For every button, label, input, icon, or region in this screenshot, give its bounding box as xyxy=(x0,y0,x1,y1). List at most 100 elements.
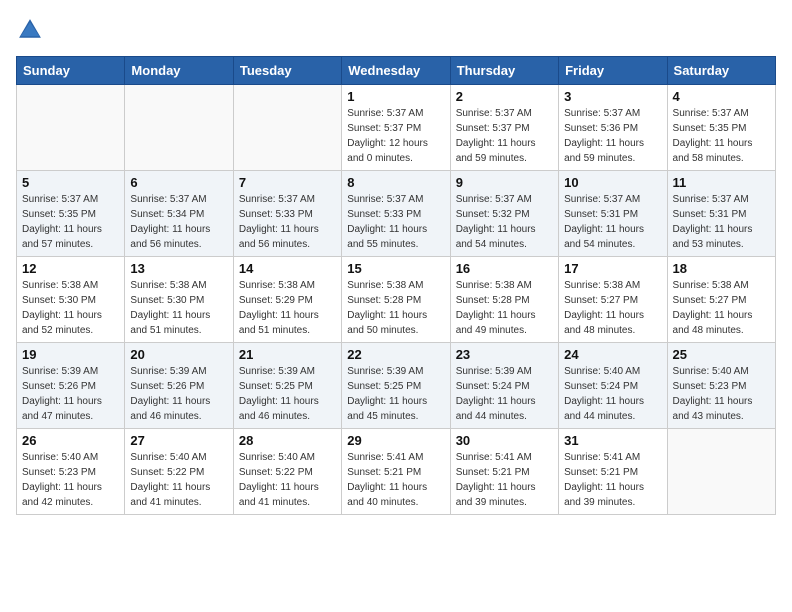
day-number: 19 xyxy=(22,347,119,362)
calendar-cell xyxy=(667,429,775,515)
calendar-cell: 9 Sunrise: 5:37 AM Sunset: 5:32 PM Daylig… xyxy=(450,171,558,257)
calendar-cell: 10 Sunrise: 5:37 AM Sunset: 5:31 PM Dayli… xyxy=(559,171,667,257)
day-number: 1 xyxy=(347,89,444,104)
calendar-week-row: 12Sunrise: 5:38 AM Sunset: 5:30 PM Dayli… xyxy=(17,257,776,343)
calendar-table: SundayMondayTuesdayWednesdayThursdayFrid… xyxy=(16,56,776,515)
day-number: 2 xyxy=(456,89,553,104)
calendar-cell: 18Sunrise: 5:38 AM Sunset: 5:27 PM Dayli… xyxy=(667,257,775,343)
calendar-cell: 20 Sunrise: 5:39 AM Sunset: 5:26 PM Dayli… xyxy=(125,343,233,429)
weekday-header: Monday xyxy=(125,57,233,85)
calendar-cell: 22 Sunrise: 5:39 AM Sunset: 5:25 PM Dayli… xyxy=(342,343,450,429)
day-info: Sunrise: 5:39 AM Sunset: 5:26 PM Dayligh… xyxy=(22,364,119,424)
day-info: Sunrise: 5:37 AM Sunset: 5:34 PM Dayligh… xyxy=(130,192,227,252)
calendar-cell: 11Sunrise: 5:37 AM Sunset: 5:31 PM Dayli… xyxy=(667,171,775,257)
calendar-cell: 14 Sunrise: 5:38 AM Sunset: 5:29 PM Dayli… xyxy=(233,257,341,343)
page-header xyxy=(16,16,776,44)
calendar-cell: 4 Sunrise: 5:37 AM Sunset: 5:35 PM Daylig… xyxy=(667,85,775,171)
day-info: Sunrise: 5:37 AM Sunset: 5:33 PM Dayligh… xyxy=(239,192,336,252)
day-info: Sunrise: 5:40 AM Sunset: 5:22 PM Dayligh… xyxy=(130,450,227,510)
calendar-cell: 23Sunrise: 5:39 AM Sunset: 5:24 PM Dayli… xyxy=(450,343,558,429)
day-number: 5 xyxy=(22,175,119,190)
weekday-header: Friday xyxy=(559,57,667,85)
day-number: 26 xyxy=(22,433,119,448)
logo-icon xyxy=(16,16,44,44)
day-info: Sunrise: 5:39 AM Sunset: 5:24 PM Dayligh… xyxy=(456,364,553,424)
day-number: 18 xyxy=(673,261,770,276)
calendar-cell xyxy=(125,85,233,171)
day-info: Sunrise: 5:40 AM Sunset: 5:24 PM Dayligh… xyxy=(564,364,661,424)
day-number: 14 xyxy=(239,261,336,276)
day-info: Sunrise: 5:37 AM Sunset: 5:32 PM Dayligh… xyxy=(456,192,553,252)
weekday-header: Tuesday xyxy=(233,57,341,85)
day-info: Sunrise: 5:41 AM Sunset: 5:21 PM Dayligh… xyxy=(564,450,661,510)
calendar-cell: 12Sunrise: 5:38 AM Sunset: 5:30 PM Dayli… xyxy=(17,257,125,343)
day-number: 17 xyxy=(564,261,661,276)
calendar-cell: 19 Sunrise: 5:39 AM Sunset: 5:26 PM Dayli… xyxy=(17,343,125,429)
weekday-header: Saturday xyxy=(667,57,775,85)
day-number: 7 xyxy=(239,175,336,190)
calendar-cell xyxy=(233,85,341,171)
calendar-week-row: 1 Sunrise: 5:37 AM Sunset: 5:37 PM Daylig… xyxy=(17,85,776,171)
day-info: Sunrise: 5:37 AM Sunset: 5:33 PM Dayligh… xyxy=(347,192,444,252)
day-info: Sunrise: 5:38 AM Sunset: 5:28 PM Dayligh… xyxy=(456,278,553,338)
day-info: Sunrise: 5:40 AM Sunset: 5:22 PM Dayligh… xyxy=(239,450,336,510)
day-number: 25 xyxy=(673,347,770,362)
day-info: Sunrise: 5:37 AM Sunset: 5:37 PM Dayligh… xyxy=(347,106,444,166)
day-info: Sunrise: 5:37 AM Sunset: 5:35 PM Dayligh… xyxy=(673,106,770,166)
day-info: Sunrise: 5:40 AM Sunset: 5:23 PM Dayligh… xyxy=(22,450,119,510)
weekday-header: Wednesday xyxy=(342,57,450,85)
calendar-cell: 24 Sunrise: 5:40 AM Sunset: 5:24 PM Dayli… xyxy=(559,343,667,429)
day-info: Sunrise: 5:41 AM Sunset: 5:21 PM Dayligh… xyxy=(347,450,444,510)
day-number: 3 xyxy=(564,89,661,104)
day-number: 13 xyxy=(130,261,227,276)
weekday-header: Thursday xyxy=(450,57,558,85)
calendar-cell: 7 Sunrise: 5:37 AM Sunset: 5:33 PM Daylig… xyxy=(233,171,341,257)
calendar-cell: 21 Sunrise: 5:39 AM Sunset: 5:25 PM Dayli… xyxy=(233,343,341,429)
calendar-cell: 15 Sunrise: 5:38 AM Sunset: 5:28 PM Dayli… xyxy=(342,257,450,343)
calendar-cell: 2 Sunrise: 5:37 AM Sunset: 5:37 PM Daylig… xyxy=(450,85,558,171)
day-info: Sunrise: 5:41 AM Sunset: 5:21 PM Dayligh… xyxy=(456,450,553,510)
day-info: Sunrise: 5:37 AM Sunset: 5:37 PM Dayligh… xyxy=(456,106,553,166)
day-info: Sunrise: 5:38 AM Sunset: 5:29 PM Dayligh… xyxy=(239,278,336,338)
day-number: 29 xyxy=(347,433,444,448)
day-number: 24 xyxy=(564,347,661,362)
calendar-cell: 27 Sunrise: 5:40 AM Sunset: 5:22 PM Dayli… xyxy=(125,429,233,515)
day-number: 20 xyxy=(130,347,227,362)
day-number: 4 xyxy=(673,89,770,104)
calendar-cell: 1 Sunrise: 5:37 AM Sunset: 5:37 PM Daylig… xyxy=(342,85,450,171)
calendar-cell: 17Sunrise: 5:38 AM Sunset: 5:27 PM Dayli… xyxy=(559,257,667,343)
day-number: 27 xyxy=(130,433,227,448)
day-info: Sunrise: 5:37 AM Sunset: 5:36 PM Dayligh… xyxy=(564,106,661,166)
calendar-week-row: 19 Sunrise: 5:39 AM Sunset: 5:26 PM Dayli… xyxy=(17,343,776,429)
day-number: 31 xyxy=(564,433,661,448)
day-number: 22 xyxy=(347,347,444,362)
day-info: Sunrise: 5:40 AM Sunset: 5:23 PM Dayligh… xyxy=(673,364,770,424)
calendar-cell: 3 Sunrise: 5:37 AM Sunset: 5:36 PM Daylig… xyxy=(559,85,667,171)
day-number: 10 xyxy=(564,175,661,190)
weekday-header: Sunday xyxy=(17,57,125,85)
calendar-cell: 30 Sunrise: 5:41 AM Sunset: 5:21 PM Dayli… xyxy=(450,429,558,515)
day-info: Sunrise: 5:39 AM Sunset: 5:25 PM Dayligh… xyxy=(239,364,336,424)
calendar-cell: 26 Sunrise: 5:40 AM Sunset: 5:23 PM Dayli… xyxy=(17,429,125,515)
day-number: 9 xyxy=(456,175,553,190)
calendar-cell: 28 Sunrise: 5:40 AM Sunset: 5:22 PM Dayli… xyxy=(233,429,341,515)
calendar-header-row: SundayMondayTuesdayWednesdayThursdayFrid… xyxy=(17,57,776,85)
day-info: Sunrise: 5:38 AM Sunset: 5:30 PM Dayligh… xyxy=(130,278,227,338)
day-number: 30 xyxy=(456,433,553,448)
day-number: 6 xyxy=(130,175,227,190)
calendar-cell: 29 Sunrise: 5:41 AM Sunset: 5:21 PM Dayli… xyxy=(342,429,450,515)
calendar-cell: 16Sunrise: 5:38 AM Sunset: 5:28 PM Dayli… xyxy=(450,257,558,343)
day-number: 28 xyxy=(239,433,336,448)
day-info: Sunrise: 5:37 AM Sunset: 5:31 PM Dayligh… xyxy=(564,192,661,252)
day-number: 21 xyxy=(239,347,336,362)
day-info: Sunrise: 5:39 AM Sunset: 5:26 PM Dayligh… xyxy=(130,364,227,424)
calendar-cell: 8Sunrise: 5:37 AM Sunset: 5:33 PM Daylig… xyxy=(342,171,450,257)
day-info: Sunrise: 5:37 AM Sunset: 5:31 PM Dayligh… xyxy=(673,192,770,252)
day-info: Sunrise: 5:37 AM Sunset: 5:35 PM Dayligh… xyxy=(22,192,119,252)
calendar-cell: 6 Sunrise: 5:37 AM Sunset: 5:34 PM Daylig… xyxy=(125,171,233,257)
calendar-cell xyxy=(17,85,125,171)
day-number: 15 xyxy=(347,261,444,276)
calendar-cell: 5 Sunrise: 5:37 AM Sunset: 5:35 PM Daylig… xyxy=(17,171,125,257)
day-info: Sunrise: 5:38 AM Sunset: 5:28 PM Dayligh… xyxy=(347,278,444,338)
day-info: Sunrise: 5:39 AM Sunset: 5:25 PM Dayligh… xyxy=(347,364,444,424)
